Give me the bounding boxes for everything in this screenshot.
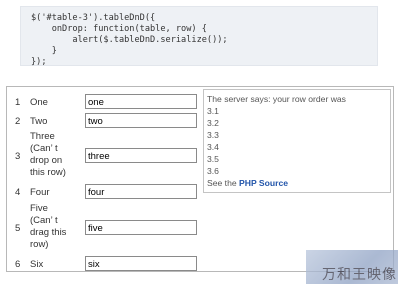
row-number: 4 [15,187,21,198]
code-line: $('#table-3').tableDnD({ [31,13,156,23]
see-source-prefix: See the [207,178,240,188]
row-order-item: 3.3 [207,130,219,140]
row-text-input[interactable] [85,256,197,271]
table-row: 5 Five (Can’ t drag this row) [11,203,201,253]
table-row[interactable]: 6 Six [11,255,201,273]
code-snippet: $('#table-3').tableDnD({ onDrop: functio… [20,6,378,67]
row-label: Two [30,116,48,127]
draggable-table: 1 One 2 Two 3 Three (Can’ t drop on this… [11,89,201,271]
php-source-link[interactable]: PHP Source [239,178,288,188]
row-text-input[interactable] [85,148,197,163]
code-line: }); [31,57,47,67]
row-number: 1 [15,97,21,108]
row-order-item: 3.2 [207,118,219,128]
row-text-input[interactable] [85,220,197,235]
row-label: Four [30,187,50,198]
row-text-input[interactable] [85,113,197,128]
table-row[interactable]: 4 Four [11,183,201,201]
server-response-panel: The server says: your row order was 3.1 … [203,89,391,193]
row-order-item: 3.4 [207,142,219,152]
row-number: 2 [15,116,21,127]
demo-panel: 1 One 2 Two 3 Three (Can’ t drop on this… [6,86,394,272]
row-number: 5 [15,223,21,234]
table-row[interactable]: 2 Two [11,112,201,130]
code-line: onDrop: function(table, row) { [31,24,207,34]
row-order-item: 3.1 [207,106,219,116]
row-label: Three (Can’ t drop on this row) [30,131,66,178]
row-text-input[interactable] [85,184,197,199]
row-label: Six [30,259,44,270]
code-line: } [31,46,57,56]
row-number: 6 [15,259,21,270]
row-order-item: 3.6 [207,166,219,176]
table-row[interactable]: 1 One [11,93,201,111]
row-label: One [30,97,48,108]
see-source-line: See the PHP Source [207,177,390,189]
server-message: The server says: your row order was [207,94,346,104]
watermark-text: 万和王映像 [322,267,397,283]
row-number: 3 [15,151,21,162]
row-label: Five (Can’ t drag this row) [30,203,67,250]
table-row: 3 Three (Can’ t drop on this row) [11,131,201,181]
row-order-item: 3.5 [207,154,219,164]
code-line: alert($.tableDnD.serialize()); [31,35,228,45]
watermark-logo: 万和王映像 [306,250,398,284]
row-text-input[interactable] [85,94,197,109]
